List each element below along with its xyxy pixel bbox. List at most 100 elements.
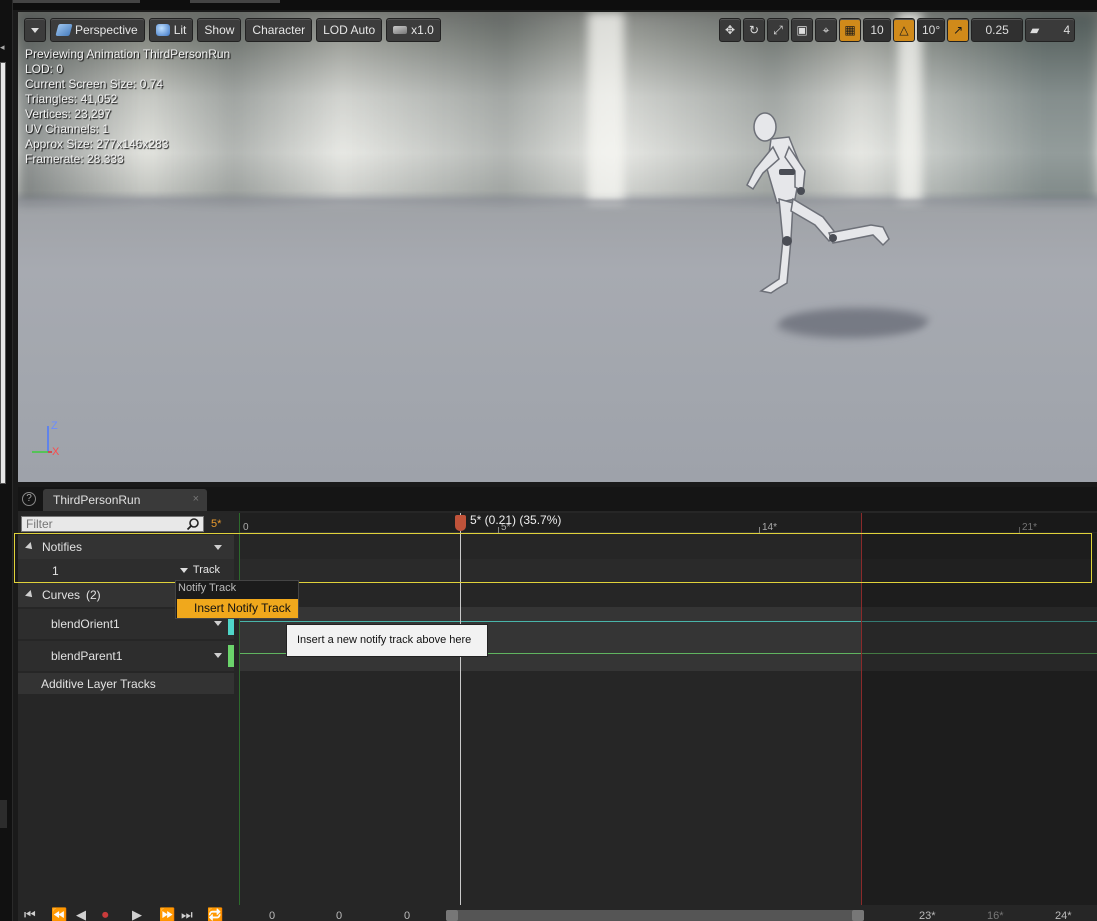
stat-line: UV Channels: 1 [25, 122, 110, 136]
grid-snap-icon[interactable]: ▦ [839, 18, 861, 42]
menu-strip-fragment [190, 0, 280, 3]
lod-button[interactable]: LOD Auto [316, 18, 383, 42]
show-button[interactable]: Show [197, 18, 242, 42]
details-panel-edge[interactable] [0, 62, 6, 484]
view-end-value[interactable]: 0 [404, 910, 410, 921]
start-marker [239, 513, 240, 905]
curves-count: (2) [86, 588, 101, 602]
timeline-track-area[interactable]: 0 5* 14* 21* 5* (0.21) (35.7%) [239, 513, 1097, 905]
curve-name: blendParent1 [51, 649, 123, 663]
axis-gizmo-icon [32, 426, 52, 453]
step-back-icon[interactable]: ⏪ [51, 908, 67, 921]
range-start-value[interactable]: 0 [269, 910, 275, 921]
tab-label: ThirdPersonRun [53, 493, 141, 507]
curve-row[interactable]: blendParent1 [18, 641, 234, 671]
playback-speed-button[interactable]: x1.0 [386, 18, 441, 42]
filter-input[interactable] [21, 516, 204, 532]
persona-editor: ◂ Perspective Lit Show Character LOD Aut… [0, 0, 1097, 921]
search-icon[interactable] [186, 517, 200, 531]
curve-name: blendOrient1 [51, 617, 120, 631]
scale-mode-icon[interactable]: ⤢ [767, 18, 789, 42]
scale-snap-value[interactable]: 0.25 [971, 18, 1024, 42]
record-icon[interactable]: ⏺ [102, 908, 109, 921]
end-marker [861, 513, 862, 905]
view-start-value[interactable]: 0 [336, 910, 342, 921]
chevron-down-icon[interactable] [214, 653, 222, 658]
play-icon[interactable]: ▶ [132, 908, 142, 921]
scrollbar-right-grip[interactable] [852, 910, 864, 921]
speed-gauge-icon [393, 26, 408, 34]
scrollbar-left-grip[interactable] [446, 910, 458, 921]
scrub-position-line [460, 513, 461, 905]
viewport-options-button[interactable] [24, 18, 46, 42]
viewport-toolbar-right: ✥ ↻ ⤢ ▣ ⌖ ▦ 10 △ 10° ↗ 0.25 ▰ 4 [719, 18, 1076, 42]
scrub-handle[interactable] [455, 515, 466, 531]
mannequin-character [746, 112, 890, 294]
tick-mark [759, 527, 760, 533]
viewport-toolbar-left: Perspective Lit Show Character LOD Auto … [24, 18, 441, 42]
chevron-down-icon [180, 568, 189, 573]
tick-mark [498, 527, 499, 533]
chevron-down-icon[interactable] [214, 545, 222, 550]
scrub-position-label: 5* (0.21) (35.7%) [470, 513, 562, 527]
skip-to-start-icon[interactable]: ⏮ [24, 908, 36, 921]
stat-line: Triangles: 41,052 [25, 92, 118, 106]
lit-sphere-icon [155, 24, 170, 36]
view-range-end-value[interactable]: 16* [987, 910, 1004, 921]
lit-button[interactable]: Lit [148, 18, 194, 42]
help-icon[interactable]: ? [22, 492, 36, 506]
camera-icon: ▰ [1030, 23, 1040, 37]
chevron-left-icon[interactable]: ◂ [0, 42, 8, 56]
chevron-down-icon[interactable] [214, 621, 222, 626]
notifies-header-row[interactable]: Notifies [18, 535, 234, 559]
transport-bar: ⏮ ⏪ ◀ ⏺ ▶ ⏩ ⏭ 🔁 0 0 0 23* 16* 24* [18, 905, 1097, 921]
step-forward-icon[interactable]: ⏩ [159, 908, 175, 921]
notify-track-context-menu: Notify Track Insert Notify Track [175, 580, 299, 619]
skip-to-end-icon[interactable]: ⏭ [181, 908, 193, 921]
stat-line: Approx Size: 277x146x283 [25, 137, 169, 151]
menu-strip-fragment [0, 0, 140, 3]
perspective-button[interactable]: Perspective [50, 18, 145, 42]
chevron-down-icon [31, 27, 39, 33]
perspective-cube-icon [55, 24, 73, 36]
rotation-snap-icon[interactable]: △ [893, 18, 915, 42]
stat-line: LOD: 0 [25, 62, 64, 76]
expand-triangle-icon[interactable] [25, 542, 35, 552]
world-local-icon[interactable]: ▣ [791, 18, 813, 42]
axis-x-label: X [52, 446, 60, 458]
additive-layer-tracks-row[interactable]: Additive Layer Tracks [18, 673, 234, 694]
notifies-label: Notifies [42, 540, 83, 554]
loop-icon[interactable]: 🔁 [207, 908, 223, 921]
grid-snap-value[interactable]: 10 [863, 18, 891, 42]
expand-triangle-icon[interactable] [25, 590, 35, 600]
camera-speed-button[interactable]: ▰ 4 [1025, 18, 1076, 42]
translate-mode-icon[interactable]: ✥ [719, 18, 741, 42]
timeline-scrollbar[interactable] [446, 910, 864, 921]
curve-color-swatch [228, 645, 234, 667]
notify-track-index: 1 [52, 564, 59, 578]
range-end-value[interactable]: 23* [919, 910, 936, 921]
surface-snap-icon[interactable]: ⌖ [815, 18, 837, 42]
close-icon[interactable]: × [193, 493, 199, 505]
camera-speed-value: 4 [1063, 23, 1071, 37]
rotation-snap-value[interactable]: 10° [917, 18, 946, 42]
perspective-label: Perspective [75, 23, 138, 37]
stat-line: Current Screen Size: 0.74 [25, 77, 164, 91]
panel-edge-bottom[interactable] [0, 800, 7, 828]
playback-speed-label: x1.0 [411, 23, 434, 37]
track-dropdown-button[interactable]: Track [180, 564, 220, 576]
tab-thirdpersonrun[interactable]: ThirdPersonRun × [43, 489, 207, 511]
context-menu-header: Notify Track [178, 582, 237, 594]
window-top-strip [0, 0, 1097, 10]
total-frames-value[interactable]: 24* [1055, 910, 1072, 921]
character-button[interactable]: Character [245, 18, 313, 42]
play-reverse-icon[interactable]: ◀ [76, 908, 86, 921]
character-label: Character [252, 23, 306, 37]
rotate-mode-icon[interactable]: ↻ [743, 18, 765, 42]
additive-layer-label: Additive Layer Tracks [41, 676, 156, 691]
current-frame-label: 5* [211, 518, 222, 530]
track-button-label: Track [192, 564, 220, 576]
tick-label: 14* [762, 522, 778, 533]
insert-notify-track-menu-item[interactable]: Insert Notify Track [177, 599, 298, 618]
scale-snap-icon[interactable]: ↗ [947, 18, 970, 42]
